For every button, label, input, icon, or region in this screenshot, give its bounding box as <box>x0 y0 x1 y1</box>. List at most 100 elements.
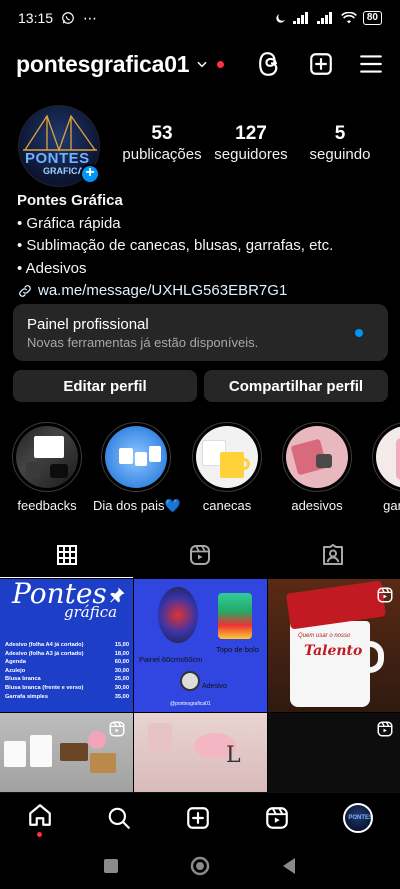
mug-handle <box>366 641 384 673</box>
nav-home[interactable] <box>27 802 53 837</box>
panel-title: Painel profissional <box>27 316 149 333</box>
tab-posts-grid[interactable] <box>0 532 134 578</box>
price-item: Garrafa simples <box>5 693 48 700</box>
price-value: 60,00 <box>114 659 129 666</box>
post-thumbnail[interactable] <box>268 713 400 792</box>
price-value: 25,00 <box>114 676 129 683</box>
post-thumbnail[interactable] <box>0 713 133 792</box>
share-profile-button[interactable]: Compartilhar perfil <box>204 370 388 402</box>
bio-line: • Gráfica rápida <box>17 214 121 232</box>
moon-icon <box>276 13 285 23</box>
stat-following[interactable]: 5 seguindo <box>296 123 384 165</box>
post-letter: L <box>226 743 241 768</box>
link-icon <box>19 285 31 298</box>
back-icon[interactable] <box>281 857 297 875</box>
reel-badge-icon <box>377 587 393 603</box>
highlight-cover <box>196 426 258 488</box>
tab-reels[interactable] <box>133 532 266 578</box>
post-thumbnail[interactable]: Pontes gráfica Adesivo (folha A4 já cort… <box>0 579 133 712</box>
post-subtitle: gráfica <box>64 603 118 621</box>
highlight-cover <box>376 426 400 488</box>
nav-profile-avatar[interactable]: PONTES <box>343 802 374 833</box>
highlight-garrafas[interactable]: garrafas <box>364 422 400 513</box>
profile-tabs <box>0 532 400 578</box>
price-value: 15,00 <box>114 642 129 648</box>
post-handle: @pontesgrafica01 <box>170 701 211 707</box>
price-item: Azulejo <box>5 667 26 674</box>
followers-count: 127 <box>235 123 267 144</box>
chevron-down-icon[interactable] <box>195 57 209 71</box>
reels-nav-icon[interactable] <box>264 805 290 831</box>
following-count: 5 <box>334 123 346 144</box>
highlight-feedbacks[interactable]: feedbacks <box>4 422 90 513</box>
price-item: Adesivo (folha A3 já cortado) <box>5 650 84 657</box>
stat-followers[interactable]: 127 seguidores <box>207 123 295 165</box>
sign-image <box>60 743 88 761</box>
post-grid: Pontes gráfica Adesivo (folha A4 já cort… <box>0 579 400 792</box>
professional-dashboard[interactable]: Painel profissional Novas ferramentas já… <box>13 304 388 361</box>
tagged-icon <box>323 544 344 565</box>
posts-label: publicações <box>122 146 202 163</box>
panel-image <box>158 587 198 643</box>
price-value: 30,00 <box>114 667 129 674</box>
nav-avatar-text: PONTES <box>348 814 374 821</box>
whatsapp-icon <box>62 12 74 24</box>
highlight-label: canecas <box>202 498 252 513</box>
edit-profile-button[interactable]: Editar perfil <box>13 370 197 402</box>
price-list: Adesivo (folha A4 já cortado) 15,00 Adesi… <box>5 641 129 701</box>
wifi-icon <box>340 12 357 24</box>
new-tools-dot <box>355 329 363 337</box>
highlight-canecas[interactable]: canecas <box>184 422 270 513</box>
clock: 13:15 <box>18 10 54 26</box>
bio-link[interactable]: wa.me/message/UXHLG563EBR7G1 <box>17 280 387 303</box>
menu-icon[interactable] <box>358 51 384 77</box>
post-thumbnail[interactable]: Quem usar o nosso Talento <box>268 579 400 712</box>
following-label: seguindo <box>309 146 371 163</box>
chocolate-image <box>285 580 387 630</box>
reels-icon <box>189 545 210 565</box>
followers-label: seguidores <box>214 146 288 163</box>
price-item: Adesivo (folha A4 já cortado) <box>5 642 84 648</box>
create-icon[interactable] <box>185 805 211 831</box>
item-image <box>148 723 172 753</box>
profile-summary: PONTES GRAFICA + 53 publicações 127 segu… <box>0 105 400 187</box>
highlight-adesivos[interactable]: adesivos <box>274 422 360 513</box>
grid-icon <box>56 545 77 565</box>
create-post-icon[interactable] <box>308 51 334 77</box>
home-button-icon[interactable] <box>189 855 211 877</box>
highlight-cover <box>105 426 167 488</box>
signal-icon <box>292 12 308 24</box>
price-value: 30,00 <box>114 684 129 691</box>
tab-tagged[interactable] <box>267 532 400 578</box>
battery-indicator: 80 <box>362 11 382 25</box>
highlight-dia-dos-pais[interactable]: Dia dos pais💙 <box>93 422 181 514</box>
add-story-button[interactable]: + <box>80 164 100 184</box>
post-thumbnail[interactable]: Painel 60cmx60cm Topo de bolo Adesivo @p… <box>134 579 267 712</box>
highlight-label: feedbacks <box>17 498 77 513</box>
avatar-logo-subtext: GRAFICA <box>43 166 84 176</box>
stat-posts[interactable]: 53 publicações <box>118 123 206 165</box>
panel-subtitle: Novas ferramentas já estão disponíveis. <box>27 335 259 350</box>
highlight-label: adesivos <box>291 498 343 513</box>
box-image <box>90 753 116 773</box>
status-bar: 13:15 ⋯ 80 <box>0 0 400 36</box>
username-switcher[interactable]: pontesgrafica01 <box>16 51 190 78</box>
mug-text: Talento <box>304 643 363 659</box>
signal-icon-2 <box>316 12 332 24</box>
search-icon[interactable] <box>106 805 132 831</box>
post-thumbnail[interactable]: L <box>134 713 267 792</box>
reel-badge-icon <box>377 721 393 737</box>
price-item: Agenda <box>5 659 26 666</box>
post-label: Topo de bolo <box>216 645 259 654</box>
home-notification-dot <box>36 832 42 837</box>
posts-count: 53 <box>151 123 173 144</box>
flower-image <box>88 731 106 749</box>
bottom-navigation: PONTES <box>0 792 400 842</box>
threads-icon[interactable] <box>258 51 284 77</box>
price-item: Blusa branca <box>5 676 41 683</box>
bio: Pontes Gráfica • Gráfica rápida • Sublim… <box>17 190 387 303</box>
price-value: 18,00 <box>114 650 129 657</box>
bio-link-text[interactable]: wa.me/message/UXHLG563EBR7G1 <box>38 280 287 303</box>
story-highlights: feedbacks Dia dos pais💙 canecas adesivos… <box>0 422 400 522</box>
recent-apps-icon[interactable] <box>103 858 119 874</box>
